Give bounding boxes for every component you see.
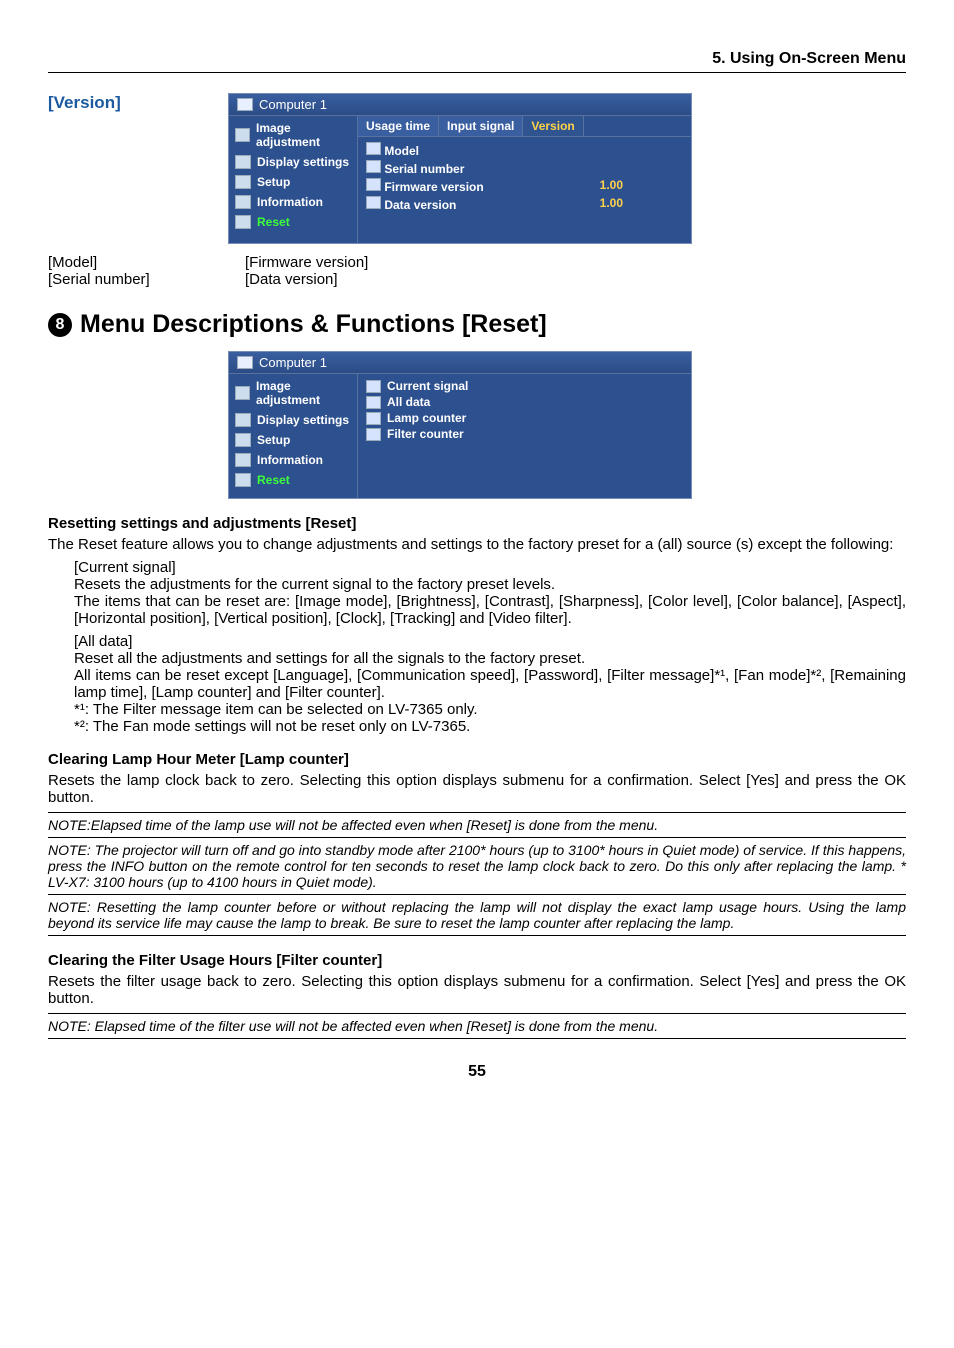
version-heading: [Version] — [48, 93, 228, 113]
osd-version-panel: Computer 1 Image adjustment Display sett… — [228, 93, 692, 244]
note-4: NOTE: Elapsed time of the filter use wil… — [48, 1013, 906, 1039]
osd-content: Current signal All data Lamp counter Fil… — [358, 374, 691, 498]
all-data-label: [All data] — [74, 633, 906, 650]
monitor-icon — [237, 98, 253, 111]
sidebar-item-setup[interactable]: Setup — [229, 430, 357, 450]
reset-subheading: Resetting settings and adjustments [Rese… — [48, 515, 906, 532]
osd-title-bar: Computer 1 — [229, 352, 691, 374]
tab-input-signal[interactable]: Input signal — [439, 116, 523, 136]
reset-icon — [235, 215, 251, 229]
tab-version[interactable]: Version — [523, 116, 583, 136]
version-legend: [Model] [Serial number] [Firmware versio… — [48, 254, 906, 288]
gear-icon — [235, 175, 251, 189]
sidebar-item-info[interactable]: Information — [229, 192, 357, 212]
gear-icon — [235, 433, 251, 447]
lamp-icon — [366, 412, 381, 425]
doc-icon — [366, 142, 381, 155]
all-data-note2: *²: The Fan mode settings will not be re… — [74, 718, 906, 735]
page-number: 55 — [48, 1063, 906, 1081]
reset-item-current-signal[interactable]: Current signal — [366, 378, 683, 394]
sidebar-item-reset[interactable]: Reset — [229, 212, 357, 232]
reset-heading: 8 Menu Descriptions & Functions [Reset] — [48, 310, 906, 339]
reset-item-lamp-counter[interactable]: Lamp counter — [366, 410, 683, 426]
filter-counter-heading: Clearing the Filter Usage Hours [Filter … — [48, 952, 906, 969]
display-icon — [235, 155, 251, 169]
legend-firmware: [Firmware version] — [245, 254, 368, 271]
monitor-icon — [237, 356, 253, 369]
grid-icon — [235, 128, 250, 142]
osd-title-text: Computer 1 — [259, 355, 327, 370]
signal-icon — [366, 380, 381, 393]
osd-tabs: Usage time Input signal Version — [358, 116, 691, 137]
sidebar-item-image[interactable]: Image adjustment — [229, 118, 357, 152]
sidebar-item-setup[interactable]: Setup — [229, 172, 357, 192]
note-2: NOTE: The projector will turn off and go… — [48, 837, 906, 894]
note-1: NOTE:Elapsed time of the lamp use will n… — [48, 812, 906, 837]
filter-counter-text: Resets the filter usage back to zero. Se… — [48, 973, 906, 1007]
reset-intro: The Reset feature allows you to change a… — [48, 536, 906, 553]
grid-icon — [235, 386, 250, 400]
tab-usage-time[interactable]: Usage time — [358, 116, 439, 136]
osd-sidebar: Image adjustment Display settings Setup … — [229, 116, 358, 243]
legend-model: [Model] — [48, 254, 245, 271]
all-data-note1: *¹: The Filter message item can be selec… — [74, 701, 906, 718]
reset-item-filter-counter[interactable]: Filter counter — [366, 426, 683, 442]
info-icon — [235, 453, 251, 467]
sidebar-item-info[interactable]: Information — [229, 450, 357, 470]
all-data-p2: All items can be reset except [Language]… — [74, 667, 906, 701]
data-icon — [366, 396, 381, 409]
info-icon — [235, 195, 251, 209]
osd-reset-panel: Computer 1 Image adjustment Display sett… — [228, 351, 692, 499]
osd-sidebar: Image adjustment Display settings Setup … — [229, 374, 358, 498]
display-icon — [235, 413, 251, 427]
chapter-title: 5. Using On-Screen Menu — [48, 50, 906, 73]
osd-title-text: Computer 1 — [259, 97, 327, 112]
lamp-counter-text: Resets the lamp clock back to zero. Sele… — [48, 772, 906, 806]
sidebar-item-display[interactable]: Display settings — [229, 410, 357, 430]
current-signal-p1: Resets the adjustments for the current s… — [74, 576, 906, 593]
filter-icon — [366, 428, 381, 441]
doc-icon — [366, 196, 381, 209]
reset-item-all-data[interactable]: All data — [366, 394, 683, 410]
legend-data: [Data version] — [245, 271, 368, 288]
osd-title-bar: Computer 1 — [229, 94, 691, 116]
current-signal-label: [Current signal] — [74, 559, 906, 576]
reset-icon — [235, 473, 251, 487]
sidebar-item-reset[interactable]: Reset — [229, 470, 357, 490]
osd-content: Model Serial number Firmware version1.00… — [358, 137, 691, 243]
doc-icon — [366, 160, 381, 173]
current-signal-p2: The items that can be reset are: [Image … — [74, 593, 906, 627]
note-3: NOTE: Resetting the lamp counter before … — [48, 894, 906, 936]
doc-icon — [366, 178, 381, 191]
sidebar-item-image[interactable]: Image adjustment — [229, 376, 357, 410]
sidebar-item-display[interactable]: Display settings — [229, 152, 357, 172]
lamp-counter-heading: Clearing Lamp Hour Meter [Lamp counter] — [48, 751, 906, 768]
legend-serial: [Serial number] — [48, 271, 245, 288]
section-number-icon: 8 — [48, 313, 72, 337]
all-data-p1: Reset all the adjustments and settings f… — [74, 650, 906, 667]
current-signal-block: [Current signal] Resets the adjustments … — [74, 559, 906, 735]
